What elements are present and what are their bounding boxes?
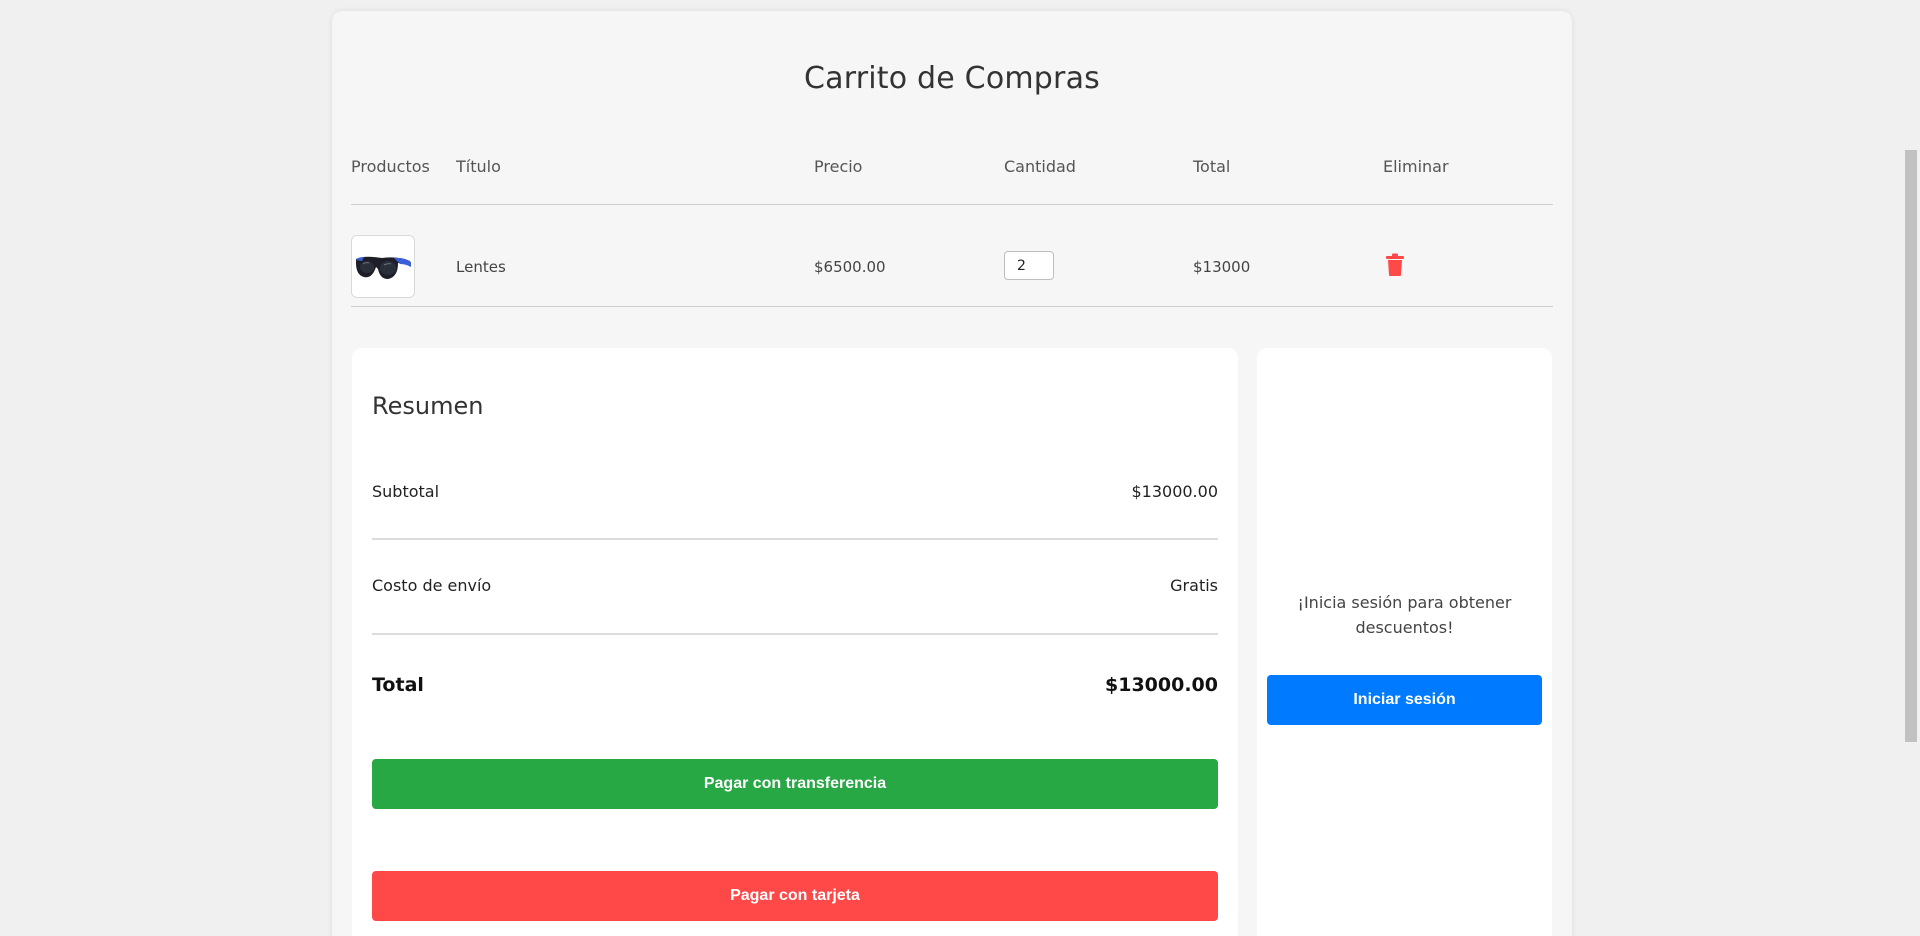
table-divider-top bbox=[351, 204, 1553, 205]
total-value: $13000.00 bbox=[1105, 674, 1218, 696]
total-label: Total bbox=[372, 674, 424, 696]
summary-card: Resumen Subtotal $13000.00 Costo de enví… bbox=[352, 348, 1238, 936]
subtotal-label: Subtotal bbox=[372, 482, 440, 501]
product-price: $6500.00 bbox=[814, 258, 886, 276]
quantity-input[interactable] bbox=[1004, 251, 1054, 280]
subtotal-row: Subtotal $13000.00 bbox=[372, 482, 1218, 501]
summary-divider bbox=[372, 633, 1218, 635]
shipping-label: Costo de envío bbox=[372, 576, 492, 595]
product-thumbnail bbox=[351, 235, 415, 298]
scrollbar-thumb[interactable] bbox=[1905, 150, 1917, 742]
pay-transfer-button[interactable]: Pagar con transferencia bbox=[372, 759, 1218, 809]
total-row: Total $13000.00 bbox=[372, 674, 1218, 696]
header-productos: Productos bbox=[351, 157, 430, 176]
subtotal-value: $13000.00 bbox=[1131, 482, 1218, 501]
header-eliminar: Eliminar bbox=[1383, 157, 1449, 176]
sunglasses-image bbox=[356, 256, 411, 279]
pay-card-button[interactable]: Pagar con tarjeta bbox=[372, 871, 1218, 921]
login-card: ¡Inicia sesión para obtener descuentos! … bbox=[1257, 348, 1552, 936]
cart-table-header: Productos Título Precio Cantidad Total E… bbox=[351, 146, 1553, 186]
login-message: ¡Inicia sesión para obtener descuentos! bbox=[1297, 593, 1512, 637]
summary-title: Resumen bbox=[372, 392, 484, 420]
trash-icon[interactable] bbox=[1385, 253, 1405, 277]
shipping-row: Costo de envío Gratis bbox=[372, 576, 1218, 595]
table-divider-bottom bbox=[351, 306, 1553, 307]
header-precio: Precio bbox=[814, 157, 863, 176]
header-cantidad: Cantidad bbox=[1004, 157, 1076, 176]
shipping-value: Gratis bbox=[1170, 576, 1218, 595]
product-total: $13000 bbox=[1193, 258, 1251, 276]
product-title: Lentes bbox=[456, 258, 506, 276]
header-titulo: Título bbox=[456, 157, 501, 176]
page-title: Carrito de Compras bbox=[803, 61, 1100, 96]
page-scrollbar[interactable] bbox=[1903, 0, 1920, 936]
login-button[interactable]: Iniciar sesión bbox=[1267, 675, 1542, 725]
table-row: Lentes $6500.00 $13000 bbox=[351, 216, 1553, 316]
header-total: Total bbox=[1193, 157, 1231, 176]
summary-divider bbox=[372, 538, 1218, 540]
